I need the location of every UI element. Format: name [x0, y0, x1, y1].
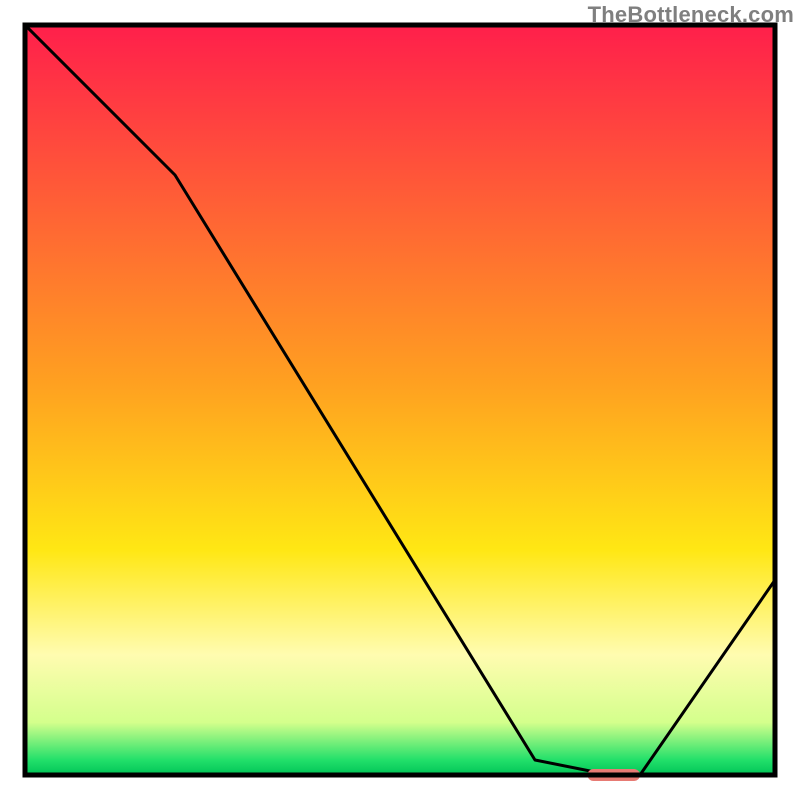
- chart-root: TheBottleneck.com: [0, 0, 800, 800]
- bottleneck-chart: [0, 0, 800, 800]
